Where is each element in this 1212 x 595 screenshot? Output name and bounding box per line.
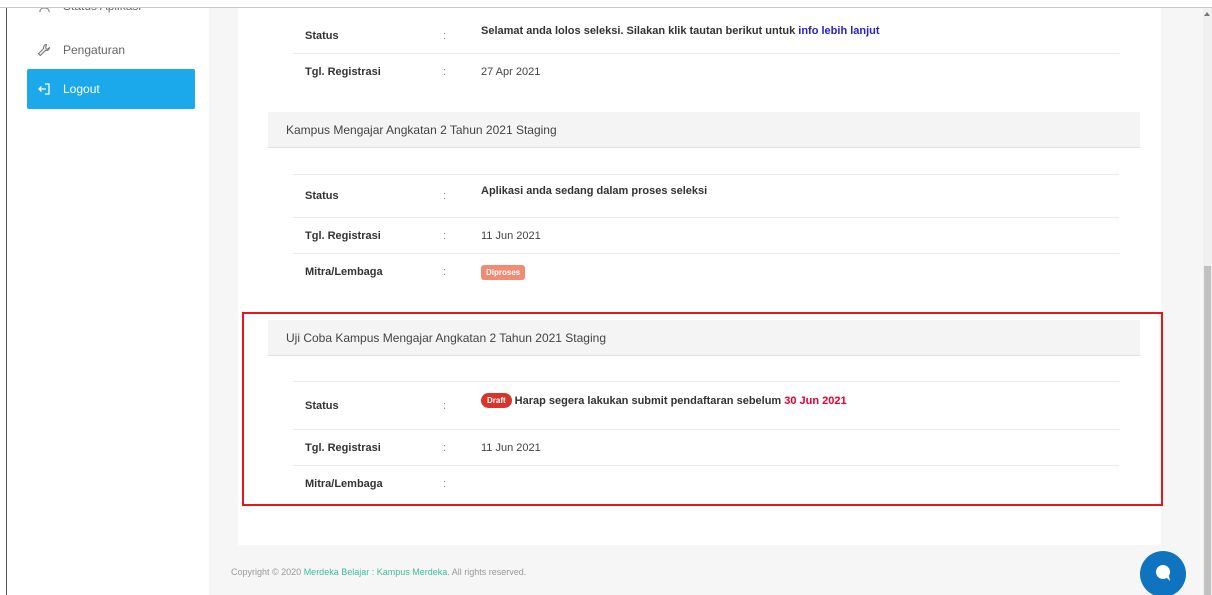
program-title: Kampus Mengajar Angkatan 2 Tahun 2021 St… bbox=[268, 112, 1140, 148]
registration-label: Tgl. Registrasi bbox=[305, 441, 381, 454]
sidebar-item-label: Pengaturan bbox=[63, 43, 126, 57]
logout-label: Logout bbox=[63, 82, 100, 96]
registration-row: Tgl. Registrasi : 11 Jun 2021 bbox=[293, 430, 1119, 466]
status-label: Status bbox=[305, 399, 339, 412]
brand-link[interactable]: Merdeka Belajar : Kampus Merdeka bbox=[304, 567, 448, 577]
registration-date: 11 Jun 2021 bbox=[481, 229, 541, 242]
colon: : bbox=[443, 66, 447, 78]
main-content: Status : Selamat anda lolos seleksi. Sil… bbox=[209, 8, 1203, 595]
colon: : bbox=[443, 478, 447, 490]
colon: : bbox=[443, 441, 447, 454]
colon: : bbox=[443, 266, 447, 278]
footer: Copyright © 2020 Merdeka Belajar : Kampu… bbox=[231, 567, 526, 577]
scrollbar[interactable] bbox=[1203, 8, 1212, 595]
mitra-label: Mitra/Lembaga bbox=[305, 266, 383, 278]
status-value: Draft Harap segera lakukan submit pendaft… bbox=[481, 393, 1119, 408]
info-link[interactable]: info lebih lanjut bbox=[798, 25, 879, 37]
window-top-edge bbox=[0, 0, 1212, 8]
status-value: Aplikasi anda sedang dalam proses seleks… bbox=[481, 185, 708, 197]
deadline-date: 30 Jun 2021 bbox=[784, 395, 847, 407]
registration-row: Tgl. Registrasi : 11 Jun 2021 bbox=[293, 218, 1119, 254]
scroll-thumb[interactable] bbox=[1204, 266, 1211, 595]
draft-badge: Draft bbox=[481, 393, 512, 408]
status-row: Status : Selamat anda lolos seleksi. Sil… bbox=[293, 18, 1119, 54]
status-row: Status : Draft Harap segera lakukan submi… bbox=[293, 381, 1119, 430]
window-left-edge bbox=[6, 8, 7, 595]
applications-card: Status : Selamat anda lolos seleksi. Sil… bbox=[238, 8, 1161, 545]
chat-button[interactable] bbox=[1140, 551, 1186, 595]
colon: : bbox=[443, 29, 447, 42]
wrench-icon bbox=[37, 43, 51, 57]
registration-label: Tgl. Registrasi bbox=[305, 66, 381, 78]
status-text: Harap segera lakukan submit pendaftaran … bbox=[514, 395, 785, 407]
sidebar: Status Aplikasi Pengaturan Logout bbox=[7, 0, 209, 595]
mitra-label: Mitra/Lembaga bbox=[305, 478, 383, 490]
mitra-row: Mitra/Lembaga : bbox=[293, 466, 1119, 502]
chat-bubble-icon bbox=[1152, 562, 1174, 587]
registration-date: 11 Jun 2021 bbox=[481, 441, 541, 454]
mitra-row: Mitra/Lembaga : Diproses bbox=[293, 254, 1119, 290]
sidebar-item-pengaturan[interactable]: Pengaturan bbox=[27, 30, 195, 70]
registration-label: Tgl. Registrasi bbox=[305, 229, 381, 242]
registration-date: 27 Apr 2021 bbox=[481, 66, 541, 78]
status-label: Status bbox=[305, 190, 339, 202]
copyright-suffix: . All rights reserved. bbox=[447, 567, 527, 577]
copyright-text: Copyright © 2020 bbox=[231, 567, 304, 577]
logout-icon bbox=[37, 82, 51, 96]
scroll-up-arrow-icon[interactable] bbox=[1204, 12, 1210, 16]
program-title: Uji Coba Kampus Mengajar Angkatan 2 Tahu… bbox=[268, 320, 1140, 356]
status-value: Selamat anda lolos seleksi. Silakan klik… bbox=[481, 25, 1119, 37]
colon: : bbox=[443, 190, 447, 202]
status-text: Selamat anda lolos seleksi. Silakan klik… bbox=[481, 24, 799, 37]
mitra-value: Diproses bbox=[481, 264, 1119, 280]
colon: : bbox=[443, 399, 447, 412]
status-row: Status : Aplikasi anda sedang dalam pros… bbox=[293, 174, 1119, 218]
status-badge: Diproses bbox=[481, 264, 526, 280]
colon: : bbox=[443, 229, 447, 242]
registration-row: Tgl. Registrasi : 27 Apr 2021 bbox=[293, 54, 1119, 90]
status-label: Status bbox=[305, 29, 339, 42]
logout-button[interactable]: Logout bbox=[27, 69, 195, 109]
